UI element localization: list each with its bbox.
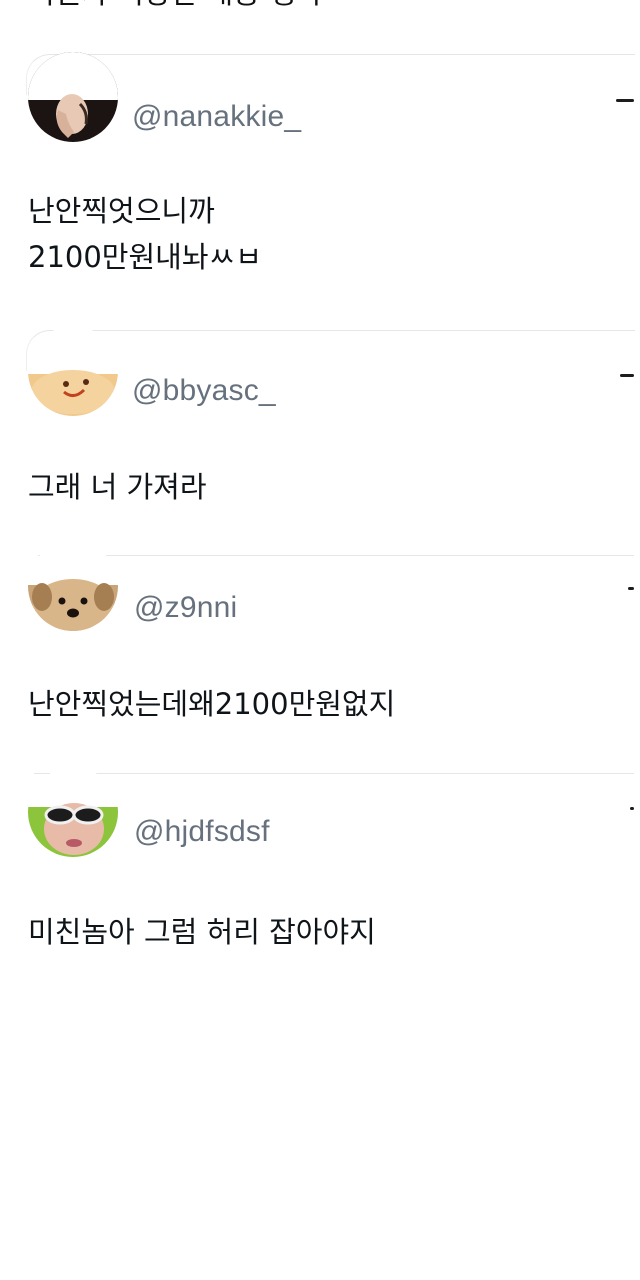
tweet-line: 2100만원내놔ㅆㅂ xyxy=(28,240,262,274)
tweet-line: 난안찍엇으니까 xyxy=(28,194,215,228)
card-edge-mark xyxy=(616,99,634,102)
card-edge-mark xyxy=(630,807,634,810)
user-handle[interactable]: @hjdfsdsf xyxy=(134,815,270,849)
avatar-hand-face-icon xyxy=(28,52,118,142)
avatar[interactable] xyxy=(28,541,118,631)
avatar-sunglasses-icon xyxy=(28,767,118,857)
user-handle[interactable]: @nanakkie_ xyxy=(132,100,301,134)
reply-card-1[interactable]: @nanakkie_ 난안찍엇으니까 2100만원내놔ㅆㅂ xyxy=(0,0,640,330)
avatar[interactable] xyxy=(28,767,118,857)
avatar[interactable] xyxy=(28,326,118,416)
card-border xyxy=(34,773,634,814)
card-border xyxy=(38,555,634,596)
user-handle[interactable]: @bbyasc_ xyxy=(132,374,276,408)
tweet-line: 난안찍었는데왜2100만원없지 xyxy=(28,687,396,721)
reply-card-3[interactable]: @z9nni 난안찍었는데왜2100만원없지 xyxy=(0,541,640,773)
reply-card-4[interactable]: @hjdfsdsf 미친놈아 그럼 허리 잡아야지 xyxy=(0,767,640,1073)
reply-card-2[interactable]: @bbyasc_ 그래 너 가져라 xyxy=(0,326,640,555)
tweet-text: 난안찍엇으니까 2100만원내놔ㅆㅂ xyxy=(28,188,262,280)
avatar-dog-icon xyxy=(28,541,118,631)
user-handle[interactable]: @z9nni xyxy=(134,591,237,625)
card-edge-mark xyxy=(620,374,634,377)
tweet-text: 난안찍었는데왜2100만원없지 xyxy=(28,681,395,727)
avatar[interactable] xyxy=(28,52,118,142)
tweet-text: 미친놈아 그럼 허리 잡아야지 xyxy=(28,909,376,955)
card-edge-mark xyxy=(628,587,634,590)
tweet-line: 그래 너 가져라 xyxy=(28,470,207,504)
avatar-cartoon-face-icon xyxy=(28,326,118,416)
tweet-line: 미친놈아 그럼 허리 잡아야지 xyxy=(28,915,376,949)
tweet-text: 그래 너 가져라 xyxy=(28,464,207,510)
reply-thread-screen: 어딘가 이상한 내용 생략 @nanakkie_ 난안찍엇으니까 2100만원내… xyxy=(0,0,640,1280)
